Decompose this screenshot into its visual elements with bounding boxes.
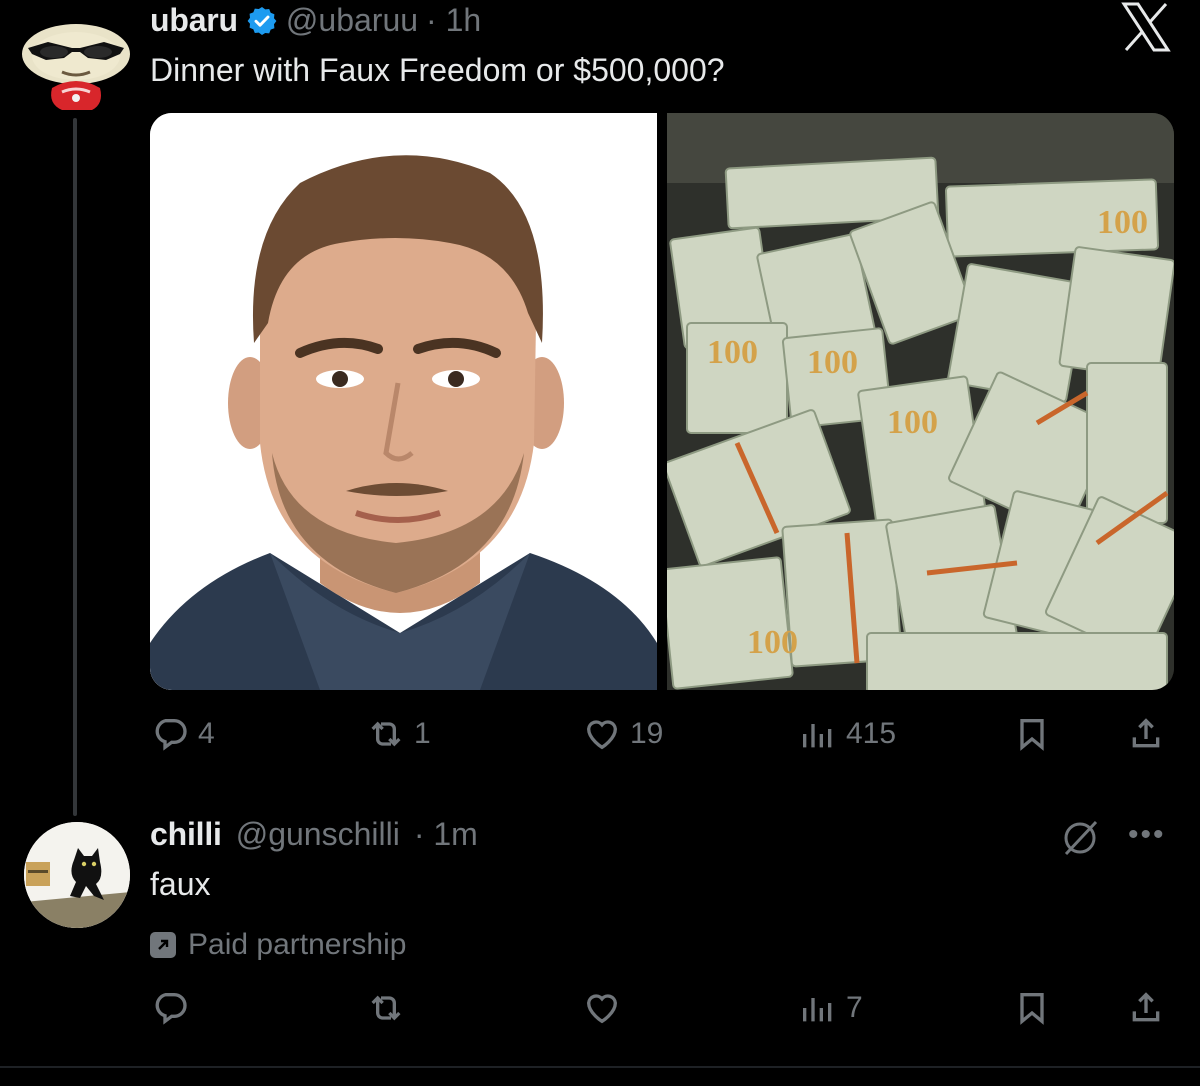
display-name[interactable]: ubaru <box>150 2 238 39</box>
paid-partnership-icon <box>150 932 176 958</box>
avatar-ubaru[interactable] <box>18 14 134 118</box>
views-bar-icon <box>803 724 832 748</box>
bookmark-icon <box>1020 993 1044 1025</box>
repost-icon <box>371 721 401 747</box>
post-time[interactable]: · 1h <box>426 2 481 39</box>
paid-partnership-text: Paid partnership <box>188 928 407 961</box>
svg-text:100: 100 <box>807 344 858 381</box>
svg-text:100: 100 <box>887 404 938 441</box>
svg-text:100: 100 <box>747 624 798 661</box>
divider <box>0 1066 1200 1068</box>
reply-share-button[interactable] <box>1126 988 1166 1028</box>
more-icon[interactable]: ••• <box>1128 818 1166 852</box>
reply-icon <box>155 993 187 1025</box>
avatar-chilli[interactable] <box>24 822 130 928</box>
repost-button[interactable]: 1 <box>366 714 431 754</box>
views-count: 415 <box>846 717 897 750</box>
thread-connector <box>73 118 77 816</box>
reply-header: chilli @gunschilli · 1m <box>150 816 478 853</box>
reply-display-name[interactable]: chilli <box>150 816 222 853</box>
views-bar-icon <box>803 998 832 1022</box>
repost-icon <box>371 995 401 1021</box>
x-logo-icon <box>1120 2 1172 52</box>
reply-time[interactable]: · 1m <box>414 816 478 853</box>
reply-bookmark-button[interactable] <box>1012 988 1052 1028</box>
post-text: Dinner with Faux Freedom or $500,000? <box>150 52 725 88</box>
reply-count: 4 <box>198 717 215 750</box>
heart-icon <box>586 720 618 750</box>
reply-icon <box>155 719 187 751</box>
reply-like-button[interactable] <box>582 988 622 1028</box>
money-photo[interactable]: 100 100 100 100 100 <box>660 113 1174 690</box>
paid-partnership-label[interactable]: Paid partnership <box>150 928 406 962</box>
hidden-reply-icon[interactable] <box>1056 814 1104 862</box>
verified-badge-icon <box>246 5 278 37</box>
share-icon <box>1132 992 1160 1022</box>
heart-icon <box>586 994 618 1024</box>
bookmark-icon <box>1020 719 1044 751</box>
share-icon <box>1132 718 1160 748</box>
like-count: 19 <box>630 717 664 750</box>
like-button[interactable]: 19 <box>582 714 663 754</box>
reply-reply-button[interactable] <box>150 988 190 1028</box>
repost-count: 1 <box>414 717 431 750</box>
user-handle[interactable]: @ubaruu <box>286 2 418 39</box>
portrait-photo[interactable] <box>150 113 657 690</box>
reply-handle[interactable]: @gunschilli <box>236 816 400 853</box>
views-button[interactable]: 415 <box>798 714 896 754</box>
reply-repost-button[interactable] <box>366 988 406 1028</box>
post-header: ubaru @ubaruu · 1h <box>150 2 481 39</box>
reply-views-button[interactable]: 7 <box>798 988 863 1028</box>
reply-button[interactable]: 4 <box>150 714 215 754</box>
post-media[interactable]: 100 100 100 100 100 <box>150 113 1174 690</box>
reply-text: faux <box>150 866 211 902</box>
reply-views-count: 7 <box>846 991 863 1024</box>
svg-text:100: 100 <box>1097 204 1148 241</box>
share-button[interactable] <box>1126 714 1166 754</box>
bookmark-button[interactable] <box>1012 714 1052 754</box>
svg-text:100: 100 <box>707 334 758 371</box>
